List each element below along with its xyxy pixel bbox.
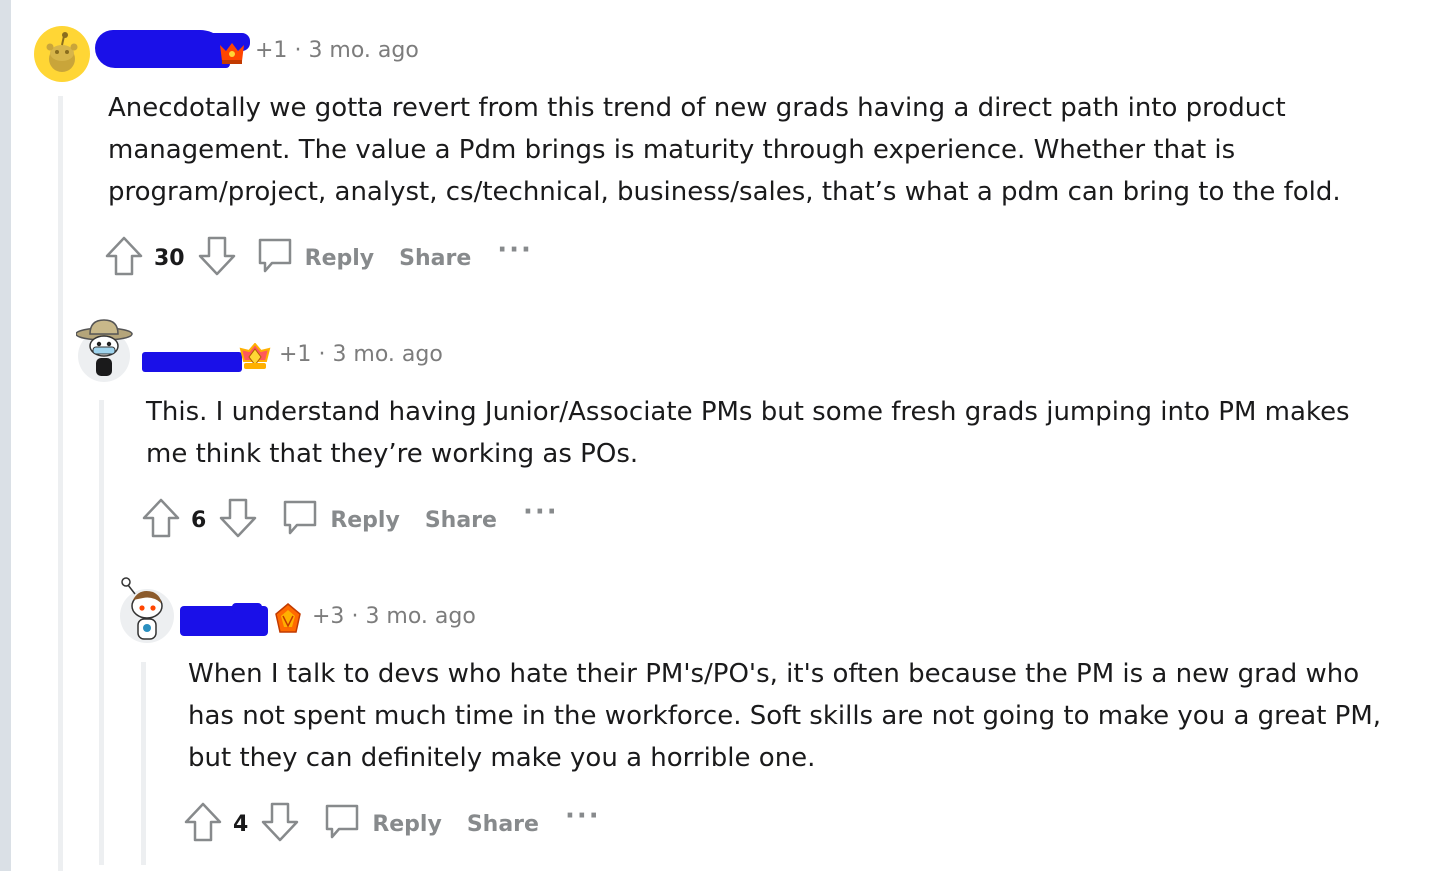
comment-meta: +1 · 3 mo. ago	[255, 38, 419, 63]
username-redacted[interactable]	[142, 352, 242, 372]
comment-age[interactable]: 3 mo. ago	[308, 38, 418, 63]
share-button[interactable]: Share	[399, 246, 471, 271]
avatar[interactable]	[34, 26, 90, 82]
comment-actions: 30 Reply Share ···	[104, 235, 533, 281]
comment-age[interactable]: 3 mo. ago	[332, 342, 442, 367]
thread-line-2[interactable]	[99, 400, 104, 865]
comment-actions: 4 Reply Share ···	[183, 801, 601, 847]
meta-separator: ·	[351, 604, 366, 629]
points-delta: +3	[312, 604, 345, 629]
more-options-icon[interactable]: ···	[497, 235, 533, 265]
reply-button[interactable]: Reply	[255, 235, 375, 281]
points-delta: +1	[255, 38, 288, 63]
vote-count: 6	[191, 507, 207, 533]
avatar[interactable]	[75, 318, 133, 382]
award-icon	[217, 41, 247, 71]
award-icon	[272, 602, 304, 642]
comment-actions: 6 Reply Share ···	[141, 497, 559, 543]
avatar[interactable]	[117, 576, 177, 643]
comment-age[interactable]: 3 mo. ago	[365, 604, 475, 629]
reply-icon	[322, 801, 362, 847]
comment-meta: +1 · 3 mo. ago	[279, 342, 443, 367]
reply-button[interactable]: Reply	[280, 497, 400, 543]
thread-line-1[interactable]	[58, 96, 63, 871]
share-button[interactable]: Share	[467, 812, 539, 837]
vote-count: 4	[233, 811, 249, 837]
award-icon	[238, 342, 272, 377]
meta-separator: ·	[318, 342, 333, 367]
downvote-icon[interactable]	[218, 497, 258, 543]
comment-meta: +3 · 3 mo. ago	[312, 604, 476, 629]
reply-label: Reply	[304, 245, 375, 271]
snoo-avatar-icon	[46, 32, 78, 72]
more-options-icon[interactable]: ···	[565, 801, 601, 831]
upvote-icon[interactable]	[104, 235, 144, 281]
comment-body: When I talk to devs who hate their PM's/…	[188, 659, 1382, 773]
reply-label: Reply	[372, 811, 442, 837]
reply-label: Reply	[330, 507, 400, 533]
share-button[interactable]: Share	[425, 508, 497, 533]
reply-button[interactable]: Reply	[322, 801, 442, 847]
comment-body: This. I understand having Junior/Associa…	[146, 397, 1350, 469]
reply-icon	[255, 235, 295, 281]
upvote-icon[interactable]	[141, 497, 181, 543]
more-options-icon[interactable]: ···	[523, 497, 559, 527]
snoo-avatar-icon	[120, 577, 174, 643]
reply-icon	[280, 497, 320, 543]
thread-line-3[interactable]	[141, 662, 146, 865]
downvote-icon[interactable]	[260, 801, 300, 847]
comment-body: Anecdotally we gotta revert from this tr…	[108, 93, 1341, 207]
upvote-icon[interactable]	[183, 801, 223, 847]
points-delta: +1	[279, 342, 312, 367]
meta-separator: ·	[294, 38, 309, 63]
page-left-rail	[0, 0, 11, 871]
snoo-hat-mask-avatar-icon	[75, 319, 133, 382]
downvote-icon[interactable]	[197, 235, 237, 281]
vote-count: 30	[154, 245, 185, 271]
username-redacted-extension	[232, 603, 262, 613]
